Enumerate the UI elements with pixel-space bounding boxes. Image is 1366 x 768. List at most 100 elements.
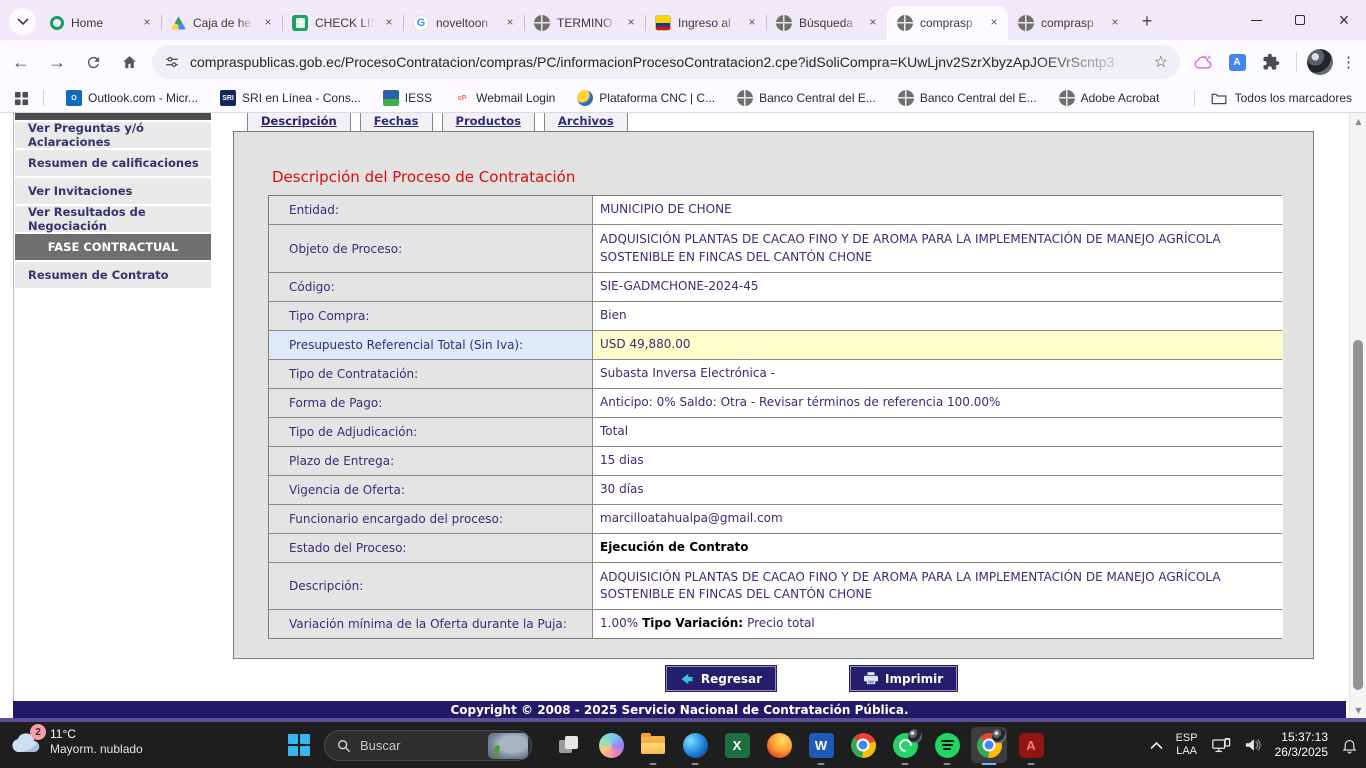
chrome-icon[interactable] [842,722,884,768]
close-icon[interactable]: × [381,15,397,31]
minimize-button[interactable] [1234,0,1278,40]
task-view-button[interactable] [548,722,590,768]
bookmark-sri[interactable]: SRI SRI en Línea - Cons... [220,90,361,106]
bookmark-banco-central-2[interactable]: Banco Central del E... [898,90,1037,106]
address-bar[interactable]: compraspublicas.gob.ec/ProcesoContrataci… [152,45,1180,79]
start-button[interactable] [288,734,310,756]
language-indicator[interactable]: ESP LAA [1176,732,1198,758]
globe-icon [737,90,753,106]
translate-icon[interactable]: A [1224,49,1250,75]
browser-tab-strip: Home × Caja de he × CHECK LIS × G novelt… [0,0,1366,40]
scroll-up-arrow[interactable]: ▲ [1350,113,1366,129]
row-label: Entidad: [269,196,593,224]
weather-extension-icon[interactable] [1190,49,1216,75]
tray-chevron-up-icon[interactable] [1150,741,1163,750]
browser-tab-active[interactable]: comprasp × [887,6,1008,40]
browser-menu-icon[interactable]: ⋮ [1341,53,1356,71]
scrollbar-thumb[interactable] [1353,340,1363,690]
file-explorer-icon[interactable] [632,722,674,768]
scroll-down-arrow[interactable]: ▼ [1350,702,1366,718]
close-icon[interactable]: × [260,15,276,31]
url-text[interactable]: compraspublicas.gob.ec/ProcesoContrataci… [190,54,1146,70]
tab-archivos[interactable]: Archivos [544,113,628,132]
new-tab-button[interactable]: + [1133,7,1161,35]
row-value: ADQUISICIÓN PLANTAS DE CACAO FINO Y DE A… [593,225,1283,272]
tab-search-button[interactable] [9,8,36,35]
notifications-bell-icon[interactable] [1341,737,1358,754]
close-window-button[interactable]: × [1322,0,1366,40]
sidebar-item-calificaciones[interactable]: Resumen de calificaciones [15,150,211,176]
reload-button[interactable] [78,47,108,77]
chrome-active-icon[interactable] [968,722,1010,768]
forward-button[interactable]: → [42,47,72,77]
close-icon[interactable]: × [139,15,155,31]
close-icon[interactable]: × [986,15,1002,31]
imprimir-button[interactable]: Imprimir [850,666,957,691]
tab-productos[interactable]: Productos [442,113,535,132]
firefox-icon[interactable] [758,722,800,768]
search-highlight-image[interactable] [488,733,528,759]
table-row: Objeto de Proceso:ADQUISICIÓN PLANTAS DE… [269,225,1281,273]
bookmark-star-icon[interactable]: ☆ [1154,52,1168,72]
clock[interactable]: 15:37:13 26/3/2025 [1275,730,1328,760]
browser-tab[interactable]: G noveltoon × [403,6,524,40]
row-label: Vigencia de Oferta: [269,476,593,504]
tab-title: CHECK LIS [315,16,377,30]
acrobat-icon[interactable]: A [1010,722,1052,768]
bookmarks-bar: O Outlook.com - Micr... SRI SRI en Línea… [0,84,1366,113]
browser-tab[interactable]: TERMINO × [524,6,645,40]
close-icon[interactable]: × [502,15,518,31]
sidebar-item-invitaciones[interactable]: Ver Invitaciones [15,178,211,204]
bookmark-outlook[interactable]: O Outlook.com - Micr... [66,90,198,106]
close-icon[interactable]: × [623,15,639,31]
bookmark-webmail[interactable]: cP Webmail Login [454,90,555,106]
bookmark-adobe[interactable]: Adobe Acrobat [1059,90,1160,106]
all-bookmarks-button[interactable]: Todos los marcadores [1194,90,1352,106]
copilot-icon[interactable] [590,722,632,768]
apps-grid-icon[interactable] [14,91,29,106]
spotify-icon[interactable] [926,722,968,768]
maximize-button[interactable] [1278,0,1322,40]
back-button[interactable]: ← [6,47,36,77]
bookmark-label: Webmail Login [476,91,555,105]
browser-tab[interactable]: CHECK LIS × [282,6,403,40]
tab-descripcion[interactable]: Descripción [247,113,351,132]
extensions-puzzle-icon[interactable] [1258,49,1284,75]
profile-avatar[interactable] [1307,49,1333,75]
row-label: Código: [269,273,593,301]
sidebar-item-preguntas[interactable]: Ver Preguntas y/ó Aclaraciones [15,122,211,148]
bookmark-cnc[interactable]: Plataforma CNC | C... [577,90,715,106]
browser-tab[interactable]: comprasp × [1008,6,1129,40]
regresar-button[interactable]: Regresar [666,666,776,691]
network-icon[interactable] [1211,737,1231,754]
page-scrollbar[interactable]: ▲ ▼ [1349,113,1366,718]
sidebar-item-negociacion[interactable]: Ver Resultados de Negociación [15,206,211,232]
whatsapp-icon[interactable] [884,722,926,768]
tab-title: TERMINO [557,16,619,30]
browser-tab[interactable]: Home × [40,6,161,40]
browser-tab[interactable]: Caja de he × [161,6,282,40]
word-icon[interactable]: W [800,722,842,768]
avatar-overlay [992,729,1006,743]
bookmark-iess[interactable]: IESS [383,90,432,106]
close-icon[interactable]: × [744,15,760,31]
volume-icon[interactable] [1244,737,1262,753]
row-value: Total [593,418,1283,446]
bookmark-banco-central-1[interactable]: Banco Central del E... [737,90,876,106]
edge-icon[interactable] [674,722,716,768]
home-button[interactable] [114,47,144,77]
browser-tab[interactable]: Ingreso al × [645,6,766,40]
close-icon[interactable]: × [865,15,881,31]
excel-icon[interactable]: X [716,722,758,768]
site-settings-icon[interactable] [164,54,180,70]
close-icon[interactable]: × [1107,15,1123,31]
browser-tab[interactable]: Búsqueda × [766,6,887,40]
weather-widget[interactable]: 2 11°C Mayorm. nublado [10,727,143,757]
tab-title: comprasp [1041,16,1103,30]
tab-fechas[interactable]: Fechas [360,113,433,132]
taskbar-search[interactable]: Buscar [324,730,532,761]
globe-icon [534,15,550,31]
row-label: Tipo Compra: [269,302,593,330]
sidebar-item-resumen-contrato[interactable]: Resumen de Contrato [15,262,211,288]
web-page: Ver Preguntas y/ó Aclaraciones Resumen d… [0,113,1366,718]
